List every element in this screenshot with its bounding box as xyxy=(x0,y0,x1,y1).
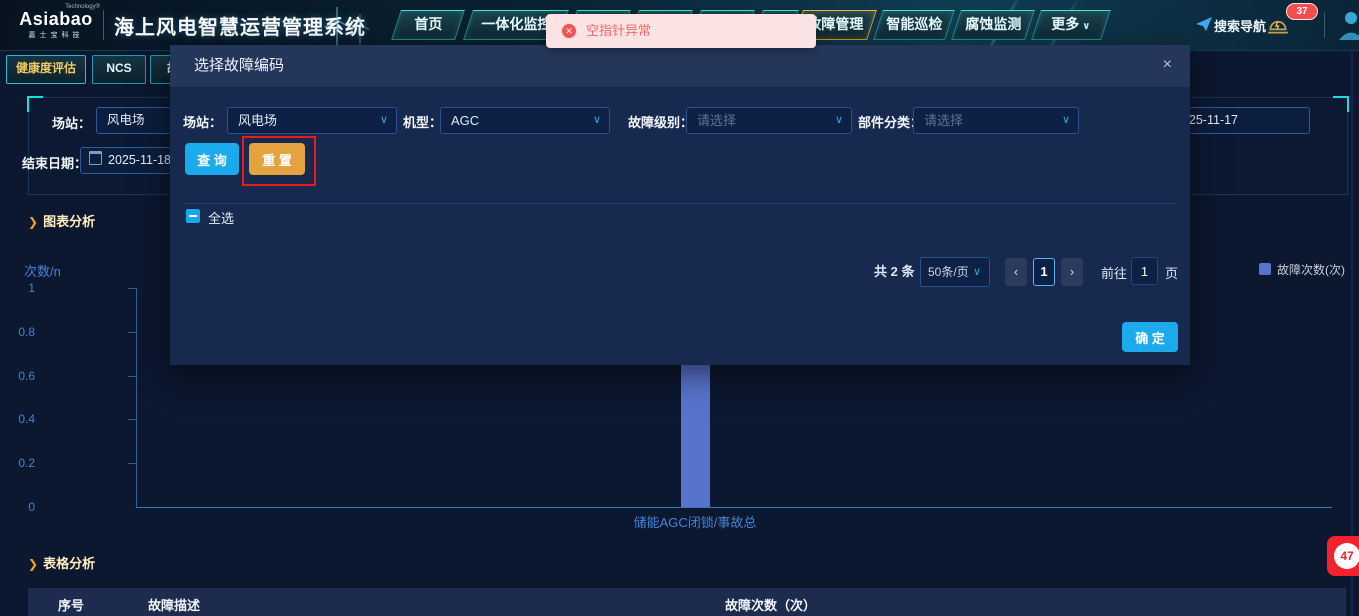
logo-main-text: Asiabao xyxy=(19,9,93,29)
field-part-category-select[interactable]: 请选择 ∨ xyxy=(913,107,1079,134)
chevron-down-icon: ∨ xyxy=(1061,114,1070,126)
query-button[interactable]: 查 询 xyxy=(185,143,239,175)
legend-marker xyxy=(1259,263,1271,275)
nav-tab-home[interactable]: 首页 xyxy=(391,10,465,40)
legend-label[interactable]: 故障次数(次) xyxy=(1277,261,1345,278)
field-station-label: 场站： xyxy=(183,115,223,130)
chart-section-title: ❯ 图表分析 xyxy=(28,214,96,229)
goto-label: 前往 xyxy=(1101,266,1128,281)
field-fault-level-select[interactable]: 请选择 ∨ xyxy=(686,107,852,134)
chevron-down-icon: ∨ xyxy=(972,266,981,278)
indeterminate-dash xyxy=(189,215,197,217)
page-size-select[interactable]: 50条/页 ∨ xyxy=(920,257,990,287)
nav-tab-smart-inspection[interactable]: 智能巡检 xyxy=(873,10,955,40)
logo-chinese-text: 嘉士宝科技 xyxy=(28,32,84,39)
dialog-title: 选择故障编码 xyxy=(194,57,285,74)
subtab-ncs[interactable]: NCS xyxy=(92,55,146,84)
field-model-select[interactable]: AGC ∨ xyxy=(440,107,610,134)
dialog-header: 选择故障编码 × xyxy=(170,45,1190,87)
tick-mark xyxy=(128,463,136,464)
field-model-label: 机型： xyxy=(403,115,443,130)
pagination-total: 共 2 条 xyxy=(874,264,915,279)
app-root: Technology® Asiabao 嘉士宝科技 海上风电智慧运营管理系统 首… xyxy=(0,0,1359,616)
toast-message: 空指针异常 xyxy=(586,23,652,38)
topbar-divider xyxy=(1324,12,1325,38)
alarm-icon[interactable] xyxy=(1266,13,1290,37)
nav-tab-more[interactable]: 更多 ∨ xyxy=(1031,10,1111,40)
corner-bracket xyxy=(27,96,43,112)
section-arrow-icon: ❯ xyxy=(28,215,39,229)
y-tick: 0.2 xyxy=(18,456,35,470)
logo-divider xyxy=(103,10,104,40)
chevron-down-icon: ∨ xyxy=(379,114,388,126)
corner-bracket xyxy=(1333,96,1349,112)
select-all-checkbox[interactable] xyxy=(186,209,200,223)
y-tick: 1 xyxy=(28,281,35,295)
tick-mark xyxy=(128,288,136,289)
brand-logo[interactable]: Technology® Asiabao 嘉士宝科技 xyxy=(12,4,100,40)
error-toast: ✕ 空指针异常 xyxy=(546,14,816,48)
close-icon[interactable]: × xyxy=(1163,57,1172,73)
tick-mark xyxy=(128,332,136,333)
field-station-select[interactable]: 风电场 ∨ xyxy=(227,107,397,134)
calendar-icon xyxy=(89,151,102,165)
select-fault-code-dialog: 选择故障编码 × 场站： 风电场 ∨ 机型： AGC ∨ 故障级别： 请选择 ∨… xyxy=(170,45,1190,365)
select-all-label: 全选 xyxy=(208,211,235,226)
y-axis-line xyxy=(136,288,137,507)
station-label: 场站： xyxy=(52,116,92,131)
y-tick: 0.4 xyxy=(18,412,35,426)
alarm-float-button[interactable]: 47 xyxy=(1327,536,1359,576)
wind-turbine-icon xyxy=(350,14,370,45)
subtab-health-assessment[interactable]: 健康度评估 xyxy=(6,55,86,84)
table-section-title: ❯ 表格分析 xyxy=(28,556,96,571)
y-tick: 0.6 xyxy=(18,369,35,383)
tick-mark xyxy=(128,419,136,420)
x-category-label: 储能AGC闭锁/事故总 xyxy=(633,515,757,530)
page-unit-label: 页 xyxy=(1165,266,1179,281)
col-fault-description: 故障描述 xyxy=(148,598,201,613)
current-page-button[interactable]: 1 xyxy=(1033,258,1055,286)
end-date-label: 结束日期： xyxy=(22,156,88,171)
y-tick: 0 xyxy=(28,500,35,514)
goto-page-input[interactable] xyxy=(1131,257,1158,285)
user-avatar-icon[interactable] xyxy=(1336,8,1359,44)
nav-tab-corrosion-monitoring[interactable]: 腐蚀监测 xyxy=(951,10,1035,40)
alarm-count-badge: 37 xyxy=(1286,3,1318,20)
chevron-down-icon: ∨ xyxy=(1082,21,1091,32)
dialog-divider xyxy=(185,203,1175,204)
section-arrow-icon: ❯ xyxy=(28,557,39,571)
x-axis-line xyxy=(136,507,1332,508)
chevron-down-icon: ∨ xyxy=(592,114,601,126)
field-fault-level-label: 故障级别： xyxy=(628,115,694,130)
prev-page-button[interactable]: ‹ xyxy=(1005,258,1027,286)
annotation-highlight-box xyxy=(242,136,316,186)
search-nav-button[interactable]: 搜索导航 xyxy=(1214,16,1266,35)
page-right-edge xyxy=(1351,50,1353,616)
next-page-button[interactable]: › xyxy=(1061,258,1083,286)
y-tick: 0.8 xyxy=(18,325,35,339)
paper-plane-icon xyxy=(1196,17,1212,31)
table-header-row: 序号 故障描述 故障次数（次） xyxy=(28,588,1346,616)
alarm-float-count: 47 xyxy=(1334,543,1359,569)
error-icon: ✕ xyxy=(562,24,576,38)
chevron-down-icon: ∨ xyxy=(834,114,843,126)
col-index: 序号 xyxy=(58,598,85,613)
y-axis-label: 次数/n xyxy=(24,264,61,279)
confirm-button[interactable]: 确 定 xyxy=(1122,322,1178,352)
tick-mark xyxy=(128,376,136,377)
col-fault-count: 故障次数（次） xyxy=(725,598,817,613)
